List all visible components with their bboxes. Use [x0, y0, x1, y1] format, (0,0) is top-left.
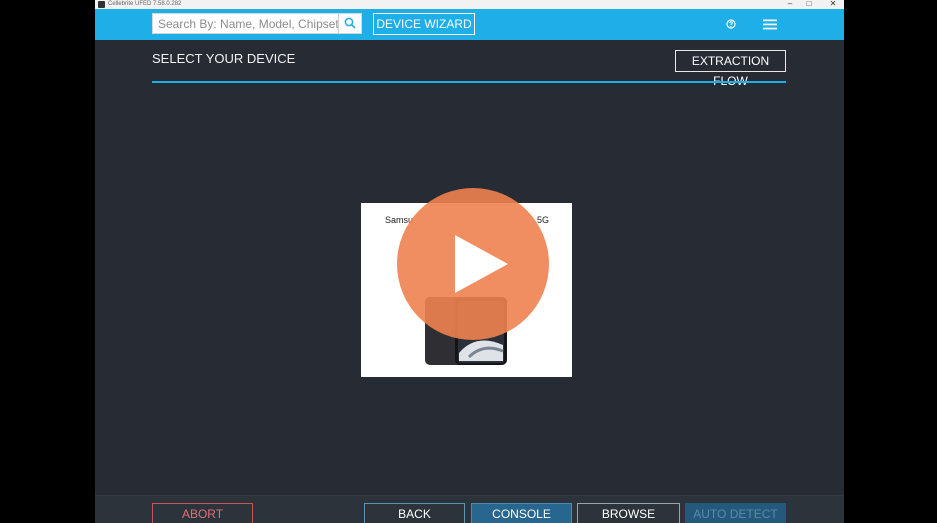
search-box: [152, 13, 362, 34]
search-button[interactable]: [338, 14, 361, 33]
search-icon: [344, 17, 356, 29]
console-button[interactable]: CONSOLE: [471, 503, 572, 523]
play-icon: [455, 235, 508, 293]
page-title: SELECT YOUR DEVICE: [152, 51, 296, 66]
close-button[interactable]: ✕: [826, 0, 840, 9]
video-play-overlay[interactable]: [397, 188, 549, 340]
hamburger-menu-icon[interactable]: [763, 19, 777, 30]
app-window: Cellebrite UFED 7.58.0.282 – □ ✕ DEVICE …: [95, 0, 844, 523]
back-button[interactable]: BACK: [364, 503, 465, 523]
minimize-button[interactable]: –: [783, 0, 797, 9]
title-divider: [152, 81, 786, 83]
top-toolbar: DEVICE WIZARD: [95, 9, 844, 40]
maximize-button[interactable]: □: [802, 0, 816, 9]
extraction-flow-button[interactable]: EXTRACTION FLOW: [675, 50, 786, 88]
app-logo-icon: [98, 1, 105, 8]
window-titlebar: Cellebrite UFED 7.58.0.282 – □ ✕: [95, 0, 844, 9]
browse-devices-button[interactable]: BROWSE DEVICES: [577, 503, 680, 523]
search-input[interactable]: [153, 14, 339, 33]
device-wizard-button[interactable]: DEVICE WIZARD: [373, 13, 475, 35]
window-title: Cellebrite UFED 7.58.0.282: [108, 1, 182, 7]
abort-button[interactable]: ABORT: [152, 503, 253, 523]
help-circle-icon[interactable]: [726, 19, 736, 29]
auto-detect-button[interactable]: AUTO DETECT: [685, 503, 786, 523]
